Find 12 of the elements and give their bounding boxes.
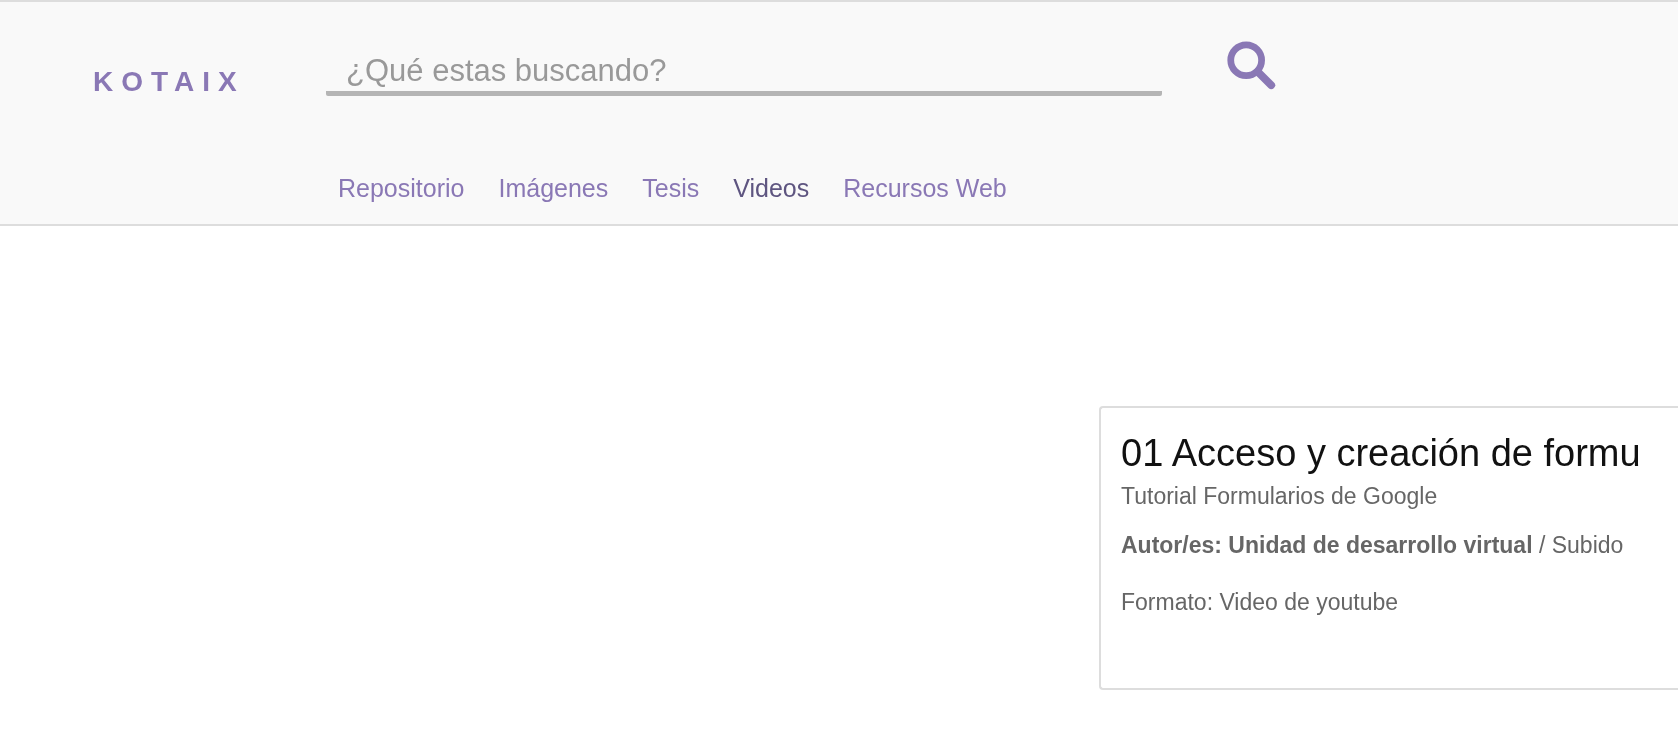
- search-icon[interactable]: [1224, 38, 1278, 92]
- result-subtitle: Tutorial Formularios de Google: [1121, 483, 1439, 510]
- result-authors: Autor/es: Unidad de desarrollo virtual / Subido: [1121, 532, 1625, 559]
- nav-tab[interactable]: Videos: [733, 174, 810, 203]
- search-field[interactable]: ¿Qué estas buscando?: [326, 50, 1162, 96]
- result-format: Formato: Video de youtube: [1121, 589, 1400, 616]
- nav-tab[interactable]: Repositorio: [338, 174, 465, 203]
- nav-tab[interactable]: Tesis: [642, 174, 700, 203]
- nav-tab[interactable]: Recursos Web: [843, 174, 1007, 203]
- nav-tab[interactable]: Imágenes: [498, 174, 609, 203]
- logo[interactable]: KOTAIX: [93, 66, 273, 98]
- result-title[interactable]: 01 Acceso y creación de formu: [1121, 432, 1678, 475]
